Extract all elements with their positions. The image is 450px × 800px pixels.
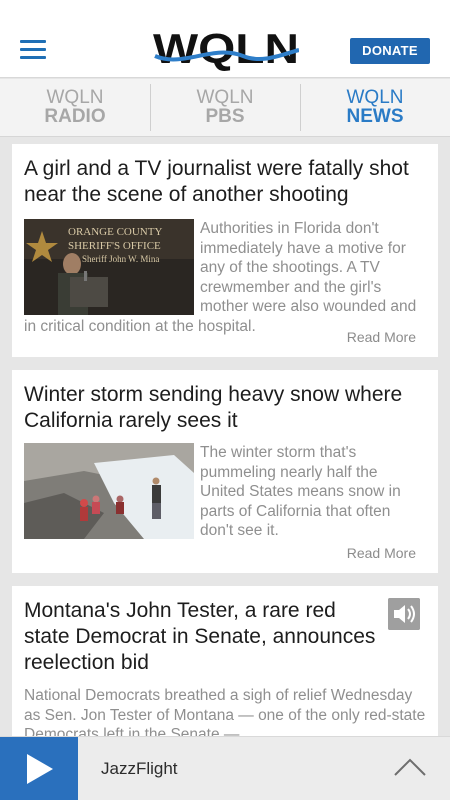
- tab-label-top: WQLN: [46, 87, 104, 108]
- tab-label-bottom: PBS: [205, 106, 245, 127]
- tab-wqln-news[interactable]: WQLN NEWS: [300, 79, 450, 136]
- snow-hillside-photo[interactable]: [24, 443, 194, 539]
- read-more-link[interactable]: Read More: [347, 545, 416, 561]
- speaker-icon[interactable]: [388, 598, 420, 630]
- app-header: WQLN DONATE: [0, 0, 450, 78]
- station-name: JazzFlight: [101, 759, 178, 778]
- menu-icon[interactable]: [20, 40, 46, 60]
- play-icon: [27, 754, 53, 784]
- audio-player-bar: JazzFlight: [0, 736, 450, 800]
- tab-wqln-pbs[interactable]: WQLN PBS: [150, 79, 300, 136]
- donate-button[interactable]: DONATE: [350, 38, 430, 64]
- tab-label-top: WQLN: [196, 87, 254, 108]
- article-summary: National Democrats breathed a sigh of re…: [24, 687, 426, 743]
- article-title[interactable]: A girl and a TV journalist were fatally …: [12, 144, 438, 208]
- svg-text:WQLN: WQLN: [153, 26, 299, 72]
- svg-text:SHERIFF'S OFFICE: SHERIFF'S OFFICE: [68, 240, 161, 252]
- wqln-logo[interactable]: WQLN: [153, 26, 299, 72]
- tab-wqln-radio[interactable]: WQLN RADIO: [0, 79, 150, 136]
- press-conference-photo[interactable]: ORANGE COUNTY SHERIFF'S OFFICE Sheriff J…: [24, 219, 194, 315]
- article-title[interactable]: Montana's John Tester, a rare red state …: [12, 586, 438, 676]
- read-more-link[interactable]: Read More: [347, 329, 416, 345]
- tab-label-bottom: NEWS: [346, 106, 404, 127]
- chevron-up-icon[interactable]: [394, 757, 426, 777]
- article-title[interactable]: Winter storm sending heavy snow where Ca…: [12, 370, 438, 434]
- article-card[interactable]: A girl and a TV journalist were fatally …: [12, 144, 438, 357]
- tab-label-bottom: RADIO: [44, 106, 106, 127]
- article-card[interactable]: Winter storm sending heavy snow where Ca…: [12, 370, 438, 573]
- play-button[interactable]: [0, 737, 78, 800]
- article-summary: The winter storm that's pummeling nearly…: [200, 444, 401, 539]
- station-tabs: WQLN RADIO WQLN PBS WQLN NEWS: [0, 79, 450, 137]
- svg-text:ORANGE COUNTY: ORANGE COUNTY: [68, 226, 162, 238]
- svg-text:Sheriff John W. Mina: Sheriff John W. Mina: [82, 254, 159, 264]
- tab-label-top: WQLN: [346, 87, 404, 108]
